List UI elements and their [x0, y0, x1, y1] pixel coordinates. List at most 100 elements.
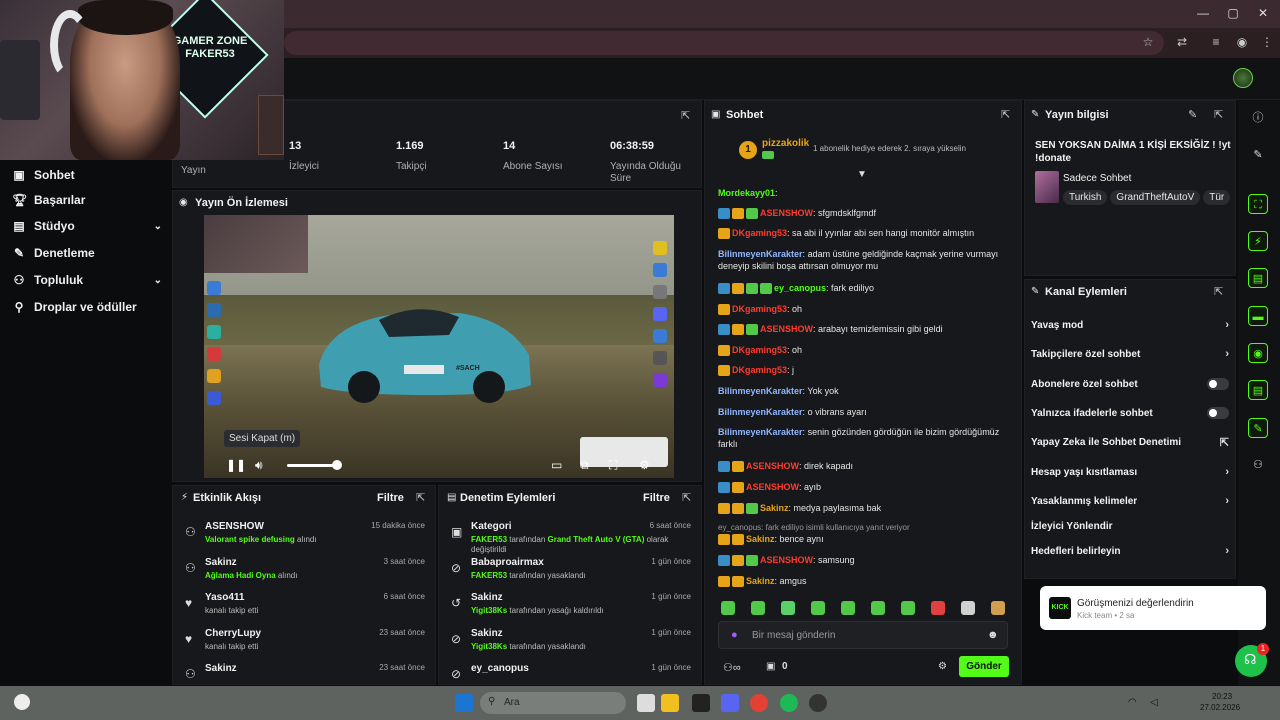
chat-message[interactable]: Sakinz: medya paylasıma bak [718, 502, 1018, 515]
fullscreen-icon[interactable]: ⛶ [609, 458, 617, 473]
app-icon[interactable] [692, 694, 710, 712]
nav-item-achievements[interactable]: 🏆︎ Başarılar [12, 191, 162, 209]
pencil-icon[interactable]: ✎ [1248, 145, 1268, 165]
chat-message[interactable]: ey_canopus: fark ediliyo [718, 282, 1018, 295]
nav-item-chat[interactable]: ▣ Sohbet [12, 166, 162, 184]
emote-icon[interactable] [721, 601, 735, 615]
emote-icon[interactable] [751, 601, 765, 615]
address-bar[interactable] [284, 31, 1164, 55]
community-icon[interactable]: ⚇ [1248, 455, 1268, 475]
volume-slider[interactable] [287, 464, 337, 467]
nav-item-drops[interactable]: ⚲ Droplar ve ödüller [12, 298, 162, 316]
chat-message[interactable]: DKgaming53: sa abi il yyınlar abi sen ha… [718, 227, 1018, 240]
channel-action-item[interactable]: Takipçilere özel sohbet › [1031, 346, 1229, 362]
chat-bubble-icon[interactable]: ▬ [1248, 306, 1268, 326]
popout-icon[interactable]: ⇱ [682, 491, 691, 504]
chat-username[interactable]: ASENSHOW [746, 482, 799, 492]
note-icon[interactable]: ▤ [1248, 268, 1268, 288]
taskbar-search[interactable]: ⚲ Ara [480, 692, 626, 714]
task-view-icon[interactable] [637, 694, 655, 712]
channel-action-item[interactable]: Hesap yaşı kısıtlaması › [1031, 464, 1229, 480]
moderation-filter[interactable]: Filtre [643, 492, 670, 504]
chat-username[interactable]: DKgaming53 [732, 365, 787, 375]
chat-username[interactable]: BilinmeyenKarakter [718, 386, 803, 396]
chat-username[interactable]: ASENSHOW [760, 324, 813, 334]
collapse-icon[interactable]: ▼ [857, 169, 867, 180]
emote-icon[interactable] [901, 601, 915, 615]
translate-icon[interactable]: ⇄ [1175, 35, 1189, 49]
emoji-icon[interactable]: ☻ [987, 629, 999, 641]
speaker-icon[interactable]: ◁ [1150, 697, 1158, 708]
chat-message[interactable]: BilinmeyenKarakter: adam üstüne geldiğin… [718, 248, 1018, 272]
category-name[interactable]: Sadece Sohbet [1063, 173, 1131, 184]
channel-action-item[interactable]: Abonelere özel sohbet [1031, 376, 1229, 392]
popout-icon[interactable]: ⇱ [681, 109, 690, 122]
chat-message[interactable]: ASENSHOW: arabayı temizlemissin gibi gel… [718, 323, 1018, 336]
mic-icon[interactable]: ● [731, 629, 738, 641]
chat-message[interactable]: ASENSHOW: sfgmdsklfgmdf [718, 207, 1018, 220]
chat-message[interactable]: Mordekayy01: [718, 187, 1018, 199]
gift-icon[interactable]: ▣ [766, 661, 775, 672]
chat-message[interactable]: ASENSHOW: samsung [718, 554, 1018, 567]
chat-username[interactable]: BilinmeyenKarakter [718, 407, 803, 417]
chat-username[interactable]: ASENSHOW [760, 555, 813, 565]
discord-icon[interactable] [721, 694, 739, 712]
chat-message[interactable]: DKgaming53: j [718, 364, 1018, 377]
spotify-icon[interactable] [780, 694, 798, 712]
channel-action-item[interactable]: Hedefleri belirleyin › [1031, 543, 1229, 559]
emote-icon[interactable] [871, 601, 885, 615]
chat-username[interactable]: ASENSHOW [760, 208, 813, 218]
activity-filter[interactable]: Filtre [377, 492, 404, 504]
pause-icon[interactable]: ❚❚ [226, 458, 246, 472]
close-button[interactable]: ✕ [1248, 6, 1278, 20]
category-thumbnail[interactable] [1035, 171, 1059, 203]
chat-message[interactable]: BilinmeyenKarakter: senin gözünden gördü… [718, 426, 1018, 450]
maximize-button[interactable]: ▢ [1218, 6, 1248, 20]
emote-icon[interactable] [991, 601, 1005, 615]
nav-item-community[interactable]: ⚇ Topluluk ⌄ [12, 271, 162, 289]
popout-icon[interactable]: ⇱ [1001, 108, 1010, 121]
chat-username[interactable]: Sakinz [746, 534, 775, 544]
send-button[interactable]: Gönder [959, 656, 1009, 677]
chat-message[interactable]: DKgaming53: oh [718, 303, 1018, 316]
popout-icon[interactable]: ⇱ [1214, 285, 1223, 298]
list-item[interactable]: ♥ CherryLupy 23 saat önce kanalı takip etti [173, 628, 433, 662]
app-icon[interactable] [809, 694, 827, 712]
wifi-icon[interactable]: ◠ [1128, 697, 1137, 708]
info-icon[interactable]: ⓘ [1248, 108, 1268, 128]
chat-username[interactable]: DKgaming53 [732, 304, 787, 314]
layout-icon[interactable]: ▤ [1248, 380, 1268, 400]
list-item[interactable]: ⊘ Sakinz 1 gün önce Yigit38Ks tarafından ya… [439, 628, 699, 662]
chat-username[interactable]: Mordekayy01 [718, 188, 775, 198]
toggle-switch[interactable] [1207, 378, 1229, 390]
chat-username[interactable]: BilinmeyenKarakter [718, 249, 803, 259]
feedback-toast[interactable]: KICK Görüşmenizi değerlendirin Kick team… [1040, 586, 1266, 630]
chat-message[interactable]: BilinmeyenKarakter: Yok yok [718, 385, 1018, 397]
chat-settings-icon[interactable]: ⚙︎ [938, 661, 947, 672]
theater-icon[interactable]: ▭ [551, 458, 562, 472]
list-item[interactable]: ⊘ Babaproairmax 1 gün önce FAKER53 tarafınd… [439, 557, 699, 591]
list-item[interactable]: ⚇ Sakinz 23 saat önce [173, 663, 433, 684]
popout-icon[interactable]: ⇱ [416, 491, 425, 504]
emote-icon[interactable] [781, 601, 795, 615]
tag[interactable]: GrandTheftAutoV [1110, 190, 1201, 205]
list-item[interactable]: ⚇ Sakinz 3 saat önce Ağlama Hadi Oyna alınd… [173, 557, 433, 591]
emote-icon[interactable] [811, 601, 825, 615]
list-item[interactable]: ↺ Sakinz 1 gün önce Yigit38Ks tarafından ya… [439, 592, 699, 626]
emote-icon[interactable] [961, 601, 975, 615]
tag[interactable]: Tür [1203, 190, 1231, 205]
clip-icon[interactable]: ⛶ [1248, 194, 1268, 214]
channel-action-item[interactable]: İzleyici Yönlendir [1031, 518, 1229, 534]
start-icon[interactable] [455, 694, 473, 712]
nav-item-moderation[interactable]: ✎ Denetleme [12, 244, 162, 262]
chat-username[interactable]: ey_canopus [774, 283, 826, 293]
chat-message[interactable]: DKgaming53: oh [718, 344, 1018, 357]
avatar[interactable] [1233, 68, 1253, 88]
toggle-switch[interactable] [1207, 407, 1229, 419]
emote-icon[interactable] [931, 601, 945, 615]
chat-message[interactable]: Sakinz: bence aynı [718, 533, 1018, 546]
channel-action-item[interactable]: Yavaş mod › [1031, 317, 1229, 333]
chat-username[interactable]: DKgaming53 [732, 345, 787, 355]
pinned-user[interactable]: pizzakolik [762, 138, 809, 149]
explorer-icon[interactable] [661, 694, 679, 712]
